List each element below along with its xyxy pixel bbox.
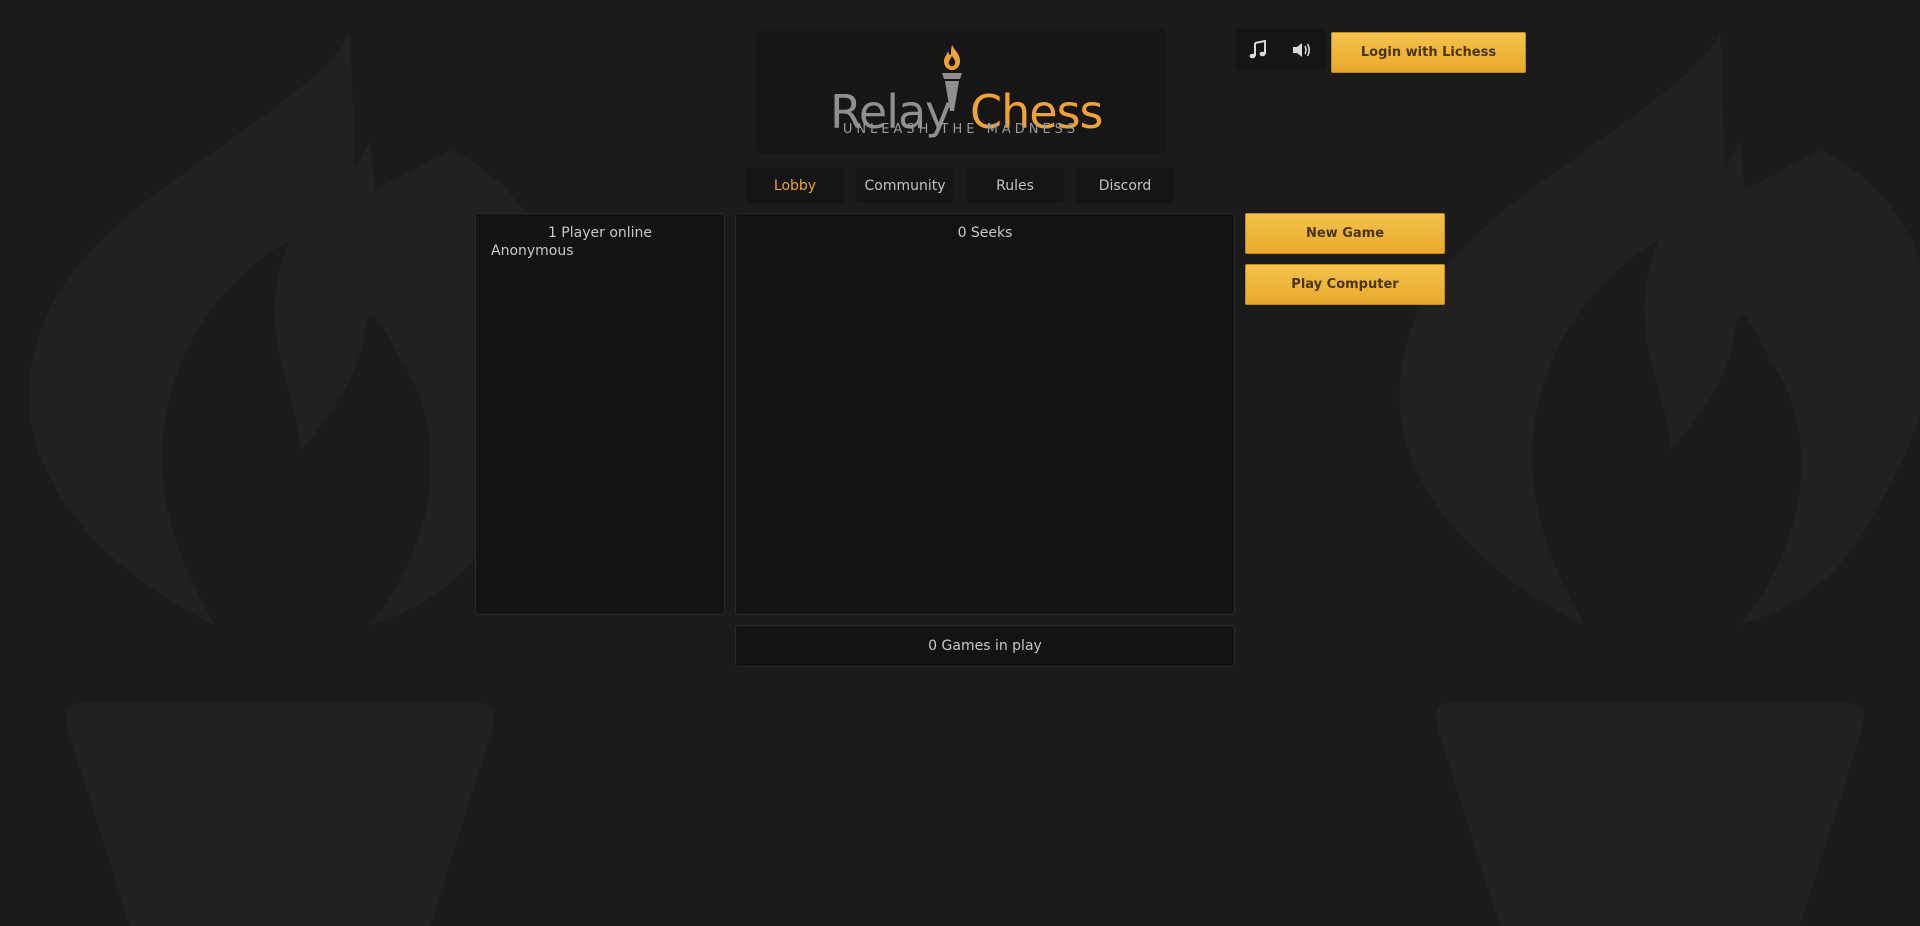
players-online-count: 1 Player online: [547, 225, 653, 241]
background-torch-right-icon: [1399, 30, 1920, 926]
tab-lobby[interactable]: Lobby: [746, 168, 844, 203]
logo-tagline: UNLEASH THE MADNESS: [842, 122, 1080, 137]
site-logo[interactable]: Relay Chess UNLEASH THE MADNESS: [756, 29, 1166, 154]
play-computer-button[interactable]: Play Computer: [1245, 264, 1445, 305]
games-in-play-panel: 0 Games in play: [735, 625, 1235, 667]
player-list-item[interactable]: Anonymous: [491, 243, 574, 259]
games-in-play-count: 0 Games in play: [928, 638, 1042, 654]
speaker-icon: [1293, 43, 1311, 57]
audio-controls: [1236, 29, 1326, 71]
players-online-panel: 1 Player online Anonymous: [475, 213, 725, 615]
new-game-button[interactable]: New Game: [1245, 213, 1445, 254]
sound-toggle-button[interactable]: [1280, 29, 1324, 71]
tab-rules[interactable]: Rules: [966, 168, 1064, 203]
page: Relay Chess UNLEASH THE MADNESS Login wi…: [0, 0, 1920, 926]
tab-discord[interactable]: Discord: [1076, 168, 1174, 203]
torch-icon: [942, 45, 962, 111]
seeks-panel: 0 Seeks: [735, 213, 1235, 615]
login-with-lichess-button[interactable]: Login with Lichess: [1331, 32, 1526, 73]
music-toggle-button[interactable]: [1236, 29, 1280, 71]
tab-community[interactable]: Community: [856, 168, 954, 203]
music-note-icon: [1249, 40, 1266, 59]
seeks-count: 0 Seeks: [957, 225, 1013, 241]
